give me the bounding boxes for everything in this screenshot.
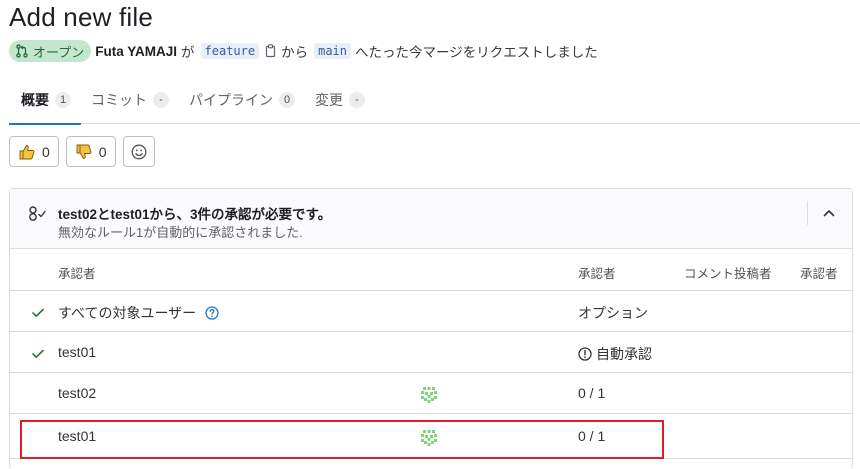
thumbsdown-icon (76, 144, 92, 159)
reaction-row: 0 0 (9, 136, 155, 167)
tab-changes[interactable]: 変更 - (305, 84, 375, 124)
tab-commits[interactable]: コミット - (81, 84, 179, 124)
page-title: Add new file (9, 2, 154, 32)
meta-text-kara: から (281, 45, 309, 60)
approvals-subtitle: 無効なルール1が自動的に承認されました. (58, 225, 303, 240)
rule-name: test01 (58, 428, 97, 444)
tab-count: 1 (55, 92, 71, 108)
approvals-header: test02とtest01から、3件の承認が必要です。 無効なルール1が自動的に… (10, 189, 852, 249)
tab-count: - (349, 92, 365, 108)
rule-name-text: すべての対象ユーザー (58, 305, 197, 321)
merge-request-icon (16, 44, 28, 58)
header-divider (807, 201, 808, 225)
table-row: test02 0 / 1 (10, 373, 852, 414)
column-approved-by: 承認者 (800, 267, 838, 281)
approvals-title: test02とtest01から、3件の承認が必要です。 (58, 207, 332, 222)
smiley-icon (131, 144, 147, 159)
copy-icon[interactable] (265, 44, 277, 58)
merge-request-meta: オープン Futa YAMAJI が feature から main へたった今… (9, 40, 598, 62)
column-commented-by: コメント投稿者 (684, 267, 772, 281)
tab-bar: 概要 1 コミット - パイプライン 0 変更 - (9, 84, 860, 125)
column-approvals: 承認者 (578, 267, 616, 281)
tab-label: 変更 (315, 92, 343, 108)
tab-count: 0 (279, 92, 295, 108)
table-row: test01 0 / 1 (10, 414, 852, 459)
tab-overview[interactable]: 概要 1 (9, 84, 81, 125)
rule-name: test01 (58, 344, 97, 360)
table-row: test01 自動承認 (10, 332, 852, 373)
tab-label: コミット (91, 92, 147, 108)
thumbsup-icon (19, 144, 35, 159)
thumbsdown-button[interactable]: 0 (65, 136, 116, 167)
avatar[interactable] (418, 384, 440, 406)
rule-status: 0 / 1 (578, 428, 606, 444)
collapse-button[interactable] (816, 200, 842, 226)
tab-label: パイプライン (189, 92, 273, 108)
approvals-table-header: 承認者 承認者 コメント投稿者 承認者 (10, 249, 852, 291)
meta-text-ga: が (181, 45, 195, 60)
check-icon (32, 305, 44, 321)
target-branch[interactable]: main (314, 43, 351, 59)
status-badge-label: オープン (33, 44, 85, 60)
thumbsdown-count: 0 (98, 143, 107, 160)
rule-name: test02 (58, 385, 97, 401)
author-link[interactable]: Futa YAMAJI (95, 44, 177, 59)
tab-pipelines[interactable]: パイプライン 0 (179, 84, 305, 124)
rule-name: すべての対象ユーザー (58, 303, 219, 323)
column-approver: 承認者 (58, 267, 96, 281)
help-icon[interactable] (205, 306, 219, 320)
thumbsup-count: 0 (42, 143, 50, 160)
check-icon (32, 346, 44, 362)
warning-circle-icon (578, 347, 592, 361)
meta-text-tail: へたった今マージをリクエストしました (355, 45, 598, 60)
status-badge: オープン (9, 40, 92, 62)
chevron-up-icon (823, 210, 835, 217)
avatar[interactable] (418, 427, 440, 449)
rule-status: 自動承認 (578, 344, 652, 364)
table-row: すべての対象ユーザー オプション (10, 291, 852, 332)
thumbsup-button[interactable]: 0 (9, 136, 59, 167)
rule-status: オプション (578, 305, 648, 321)
approvals-panel: test02とtest01から、3件の承認が必要です。 無効なルール1が自動的に… (9, 188, 853, 469)
rule-status-text: 自動承認 (596, 346, 652, 362)
tab-count: - (153, 92, 169, 108)
add-reaction-button[interactable] (122, 136, 155, 167)
approval-icon (28, 205, 48, 228)
source-branch[interactable]: feature (200, 43, 260, 59)
rule-status: 0 / 1 (578, 385, 606, 401)
tab-label: 概要 (21, 92, 49, 108)
